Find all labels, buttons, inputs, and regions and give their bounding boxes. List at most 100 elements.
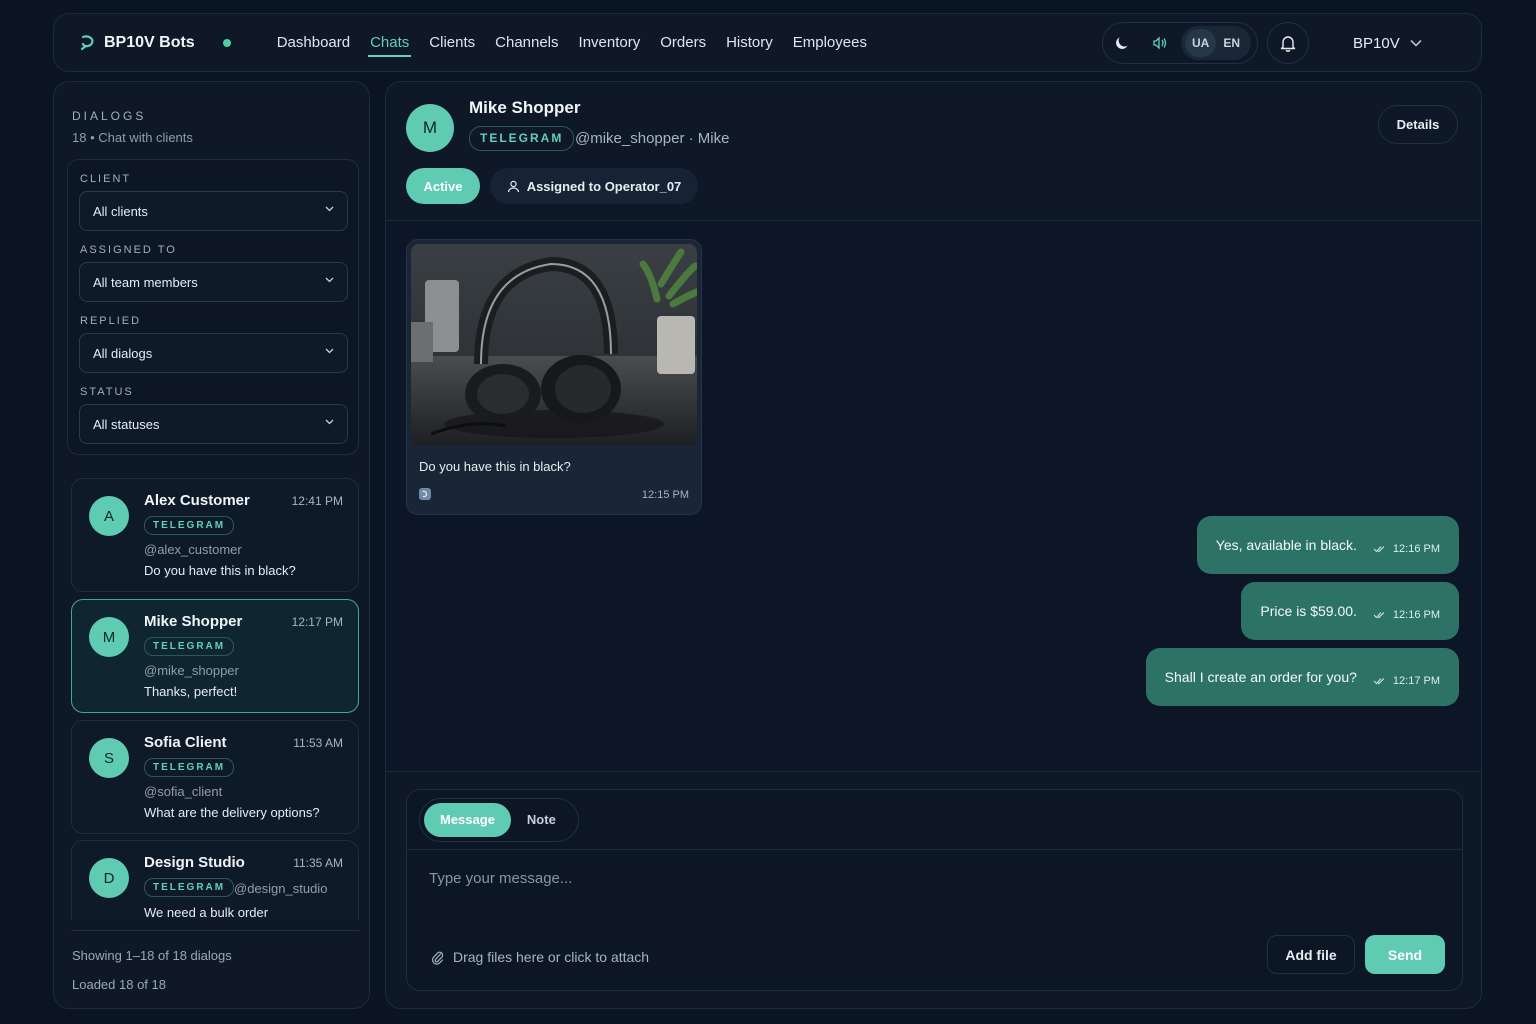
dialog-last-message: Do you have this in black?: [144, 563, 296, 578]
dialog-name: Alex Customer: [144, 492, 250, 509]
dialog-name: Sofia Client: [144, 734, 227, 751]
messages-area[interactable]: Do you have this in black? 12:15 PM Yes,…: [386, 221, 1481, 771]
attach-hint: Drag files here or click to attach: [453, 949, 650, 965]
filter-assigned-value: All team members: [93, 274, 198, 290]
avatar: M: [406, 104, 454, 152]
sound-icon[interactable]: [1141, 26, 1179, 60]
account-menu[interactable]: BP10V: [1353, 14, 1422, 72]
paperclip-icon: [432, 951, 444, 965]
pagination-showing: Showing 1–18 of 18 dialogs: [72, 948, 232, 963]
filter-client-label: CLIENT: [80, 173, 132, 185]
dialog-last-message: What are the delivery options?: [144, 805, 320, 820]
message-input[interactable]: [429, 858, 1439, 898]
channel-badge: TELEGRAM: [144, 516, 235, 535]
dialogs-list[interactable]: A Alex Customer 12:41 PM TELEGRAM @alex_…: [71, 472, 359, 920]
dialog-name: Design Studio: [144, 854, 245, 871]
mode-note-tab[interactable]: Note: [511, 803, 572, 837]
online-status-dot: [222, 38, 231, 47]
incoming-message-time: 12:15 PM: [641, 489, 689, 501]
chevron-down-icon: [325, 206, 334, 212]
chevron-down-icon: [325, 277, 334, 283]
filter-assigned-select[interactable]: All team members: [79, 262, 348, 302]
nav-inventory[interactable]: Inventory: [569, 14, 651, 72]
nav-employees[interactable]: Employees: [783, 14, 877, 72]
chevron-down-icon: [325, 419, 334, 425]
telegram-icon: [419, 488, 431, 500]
nav-dashboard[interactable]: Dashboard: [267, 14, 360, 72]
details-button[interactable]: Details: [1378, 105, 1458, 144]
nav-channels[interactable]: Channels: [485, 14, 568, 72]
moon-icon[interactable]: [1103, 26, 1141, 60]
main-nav: Dashboard Chats Clients Channels Invento…: [267, 14, 877, 72]
dialog-item-mike[interactable]: M Mike Shopper 12:17 PM TELEGRAM @mike_s…: [71, 599, 359, 713]
incoming-message: Do you have this in black? 12:15 PM: [406, 239, 702, 515]
sidebar-title: DIALOGS: [72, 109, 147, 123]
chevron-down-icon: [325, 348, 334, 354]
outgoing-message-time: 12:17 PM: [1392, 675, 1440, 687]
dialog-name: Mike Shopper: [144, 613, 243, 630]
chat-panel: M Mike Shopper TELEGRAM @mike_shopper · …: [385, 81, 1482, 1009]
channel-badge: TELEGRAM: [144, 878, 235, 897]
filter-status-select[interactable]: All statuses: [79, 404, 348, 444]
outgoing-message-time: 12:16 PM: [1392, 609, 1440, 621]
attach-dropzone[interactable]: Drag files here or click to attach: [431, 949, 649, 965]
chevron-down-icon: [1410, 39, 1422, 47]
composer-divider: [386, 771, 1481, 772]
send-button[interactable]: Send: [1365, 935, 1445, 974]
chat-contact-handle: @mike_shopper · Mike: [575, 130, 730, 147]
brand-name: BP10V Bots: [104, 33, 195, 51]
nav-history[interactable]: History: [716, 14, 783, 72]
outgoing-message-text: Yes, available in black.: [1215, 537, 1357, 553]
top-controls: UA EN: [1102, 22, 1258, 64]
assigned-operator-button[interactable]: Assigned to Operator_07: [490, 168, 698, 204]
mode-message-tab[interactable]: Message: [424, 803, 511, 837]
nav-clients[interactable]: Clients: [419, 14, 485, 72]
outgoing-message: Price is $59.00. 12:16 PM: [1241, 582, 1459, 640]
nav-chats[interactable]: Chats: [360, 14, 419, 72]
composer-mode-switch: Message Note: [419, 798, 579, 842]
outgoing-message: Shall I create an order for you? 12:17 P…: [1145, 648, 1459, 706]
filter-status-label: STATUS: [80, 386, 134, 398]
language-switch: UA EN: [1181, 26, 1252, 60]
lang-ua-button[interactable]: UA: [1185, 29, 1217, 57]
channel-badge: TELEGRAM: [144, 637, 235, 656]
chat-contact-name: Mike Shopper: [469, 98, 581, 117]
filter-client-select[interactable]: All clients: [79, 191, 348, 231]
pagination-loaded: Loaded 18 of 18: [72, 977, 166, 992]
dialog-time: 11:53 AM: [293, 736, 343, 750]
status-badge[interactable]: Active: [406, 168, 480, 204]
double-check-icon: [1373, 612, 1385, 619]
channel-badge: TELEGRAM: [469, 126, 575, 151]
outgoing-message: Yes, available in black. 12:16 PM: [1196, 516, 1459, 574]
dialog-handle: @design_studio: [234, 881, 328, 896]
avatar: A: [89, 496, 129, 536]
dialog-time: 11:35 AM: [293, 856, 343, 870]
message-composer: Message Note Drag files here or click to…: [406, 789, 1463, 991]
top-navbar: BP10V Bots Dashboard Chats Clients Chann…: [53, 13, 1482, 72]
dialog-handle: @alex_customer: [144, 542, 242, 557]
dialog-handle: @mike_shopper: [144, 663, 239, 678]
dialog-item-alex[interactable]: A Alex Customer 12:41 PM TELEGRAM @alex_…: [71, 478, 359, 592]
lang-en-button[interactable]: EN: [1216, 29, 1247, 57]
notifications-button[interactable]: [1267, 22, 1309, 64]
dialog-time: 12:41 PM: [291, 494, 343, 508]
incoming-message-text: Do you have this in black?: [419, 459, 571, 474]
sidebar-divider: [71, 930, 359, 931]
filter-replied-select[interactable]: All dialogs: [79, 333, 348, 373]
channel-badge: TELEGRAM: [144, 758, 235, 777]
brand[interactable]: BP10V Bots: [78, 33, 195, 53]
nav-orders[interactable]: Orders: [650, 14, 716, 72]
avatar: D: [89, 858, 129, 898]
double-check-icon: [1373, 546, 1385, 553]
filter-client-value: All clients: [93, 203, 148, 219]
sidebar-subtitle: 18 • Chat with clients: [72, 130, 193, 145]
dialog-item-design-studio[interactable]: D Design Studio 11:35 AM TELEGRAM @desig…: [71, 840, 359, 920]
avatar: S: [89, 738, 129, 778]
dialog-last-message: Thanks, perfect!: [144, 684, 238, 699]
dialog-last-message: We need a bulk order: [144, 905, 269, 920]
outgoing-message-text: Shall I create an order for you?: [1164, 669, 1357, 685]
dialog-item-sofia[interactable]: S Sofia Client 11:53 AM TELEGRAM @sofia_…: [71, 720, 359, 834]
bell-icon: [1280, 36, 1296, 52]
headphones-photo[interactable]: [411, 244, 697, 446]
add-file-button[interactable]: Add file: [1267, 935, 1355, 974]
